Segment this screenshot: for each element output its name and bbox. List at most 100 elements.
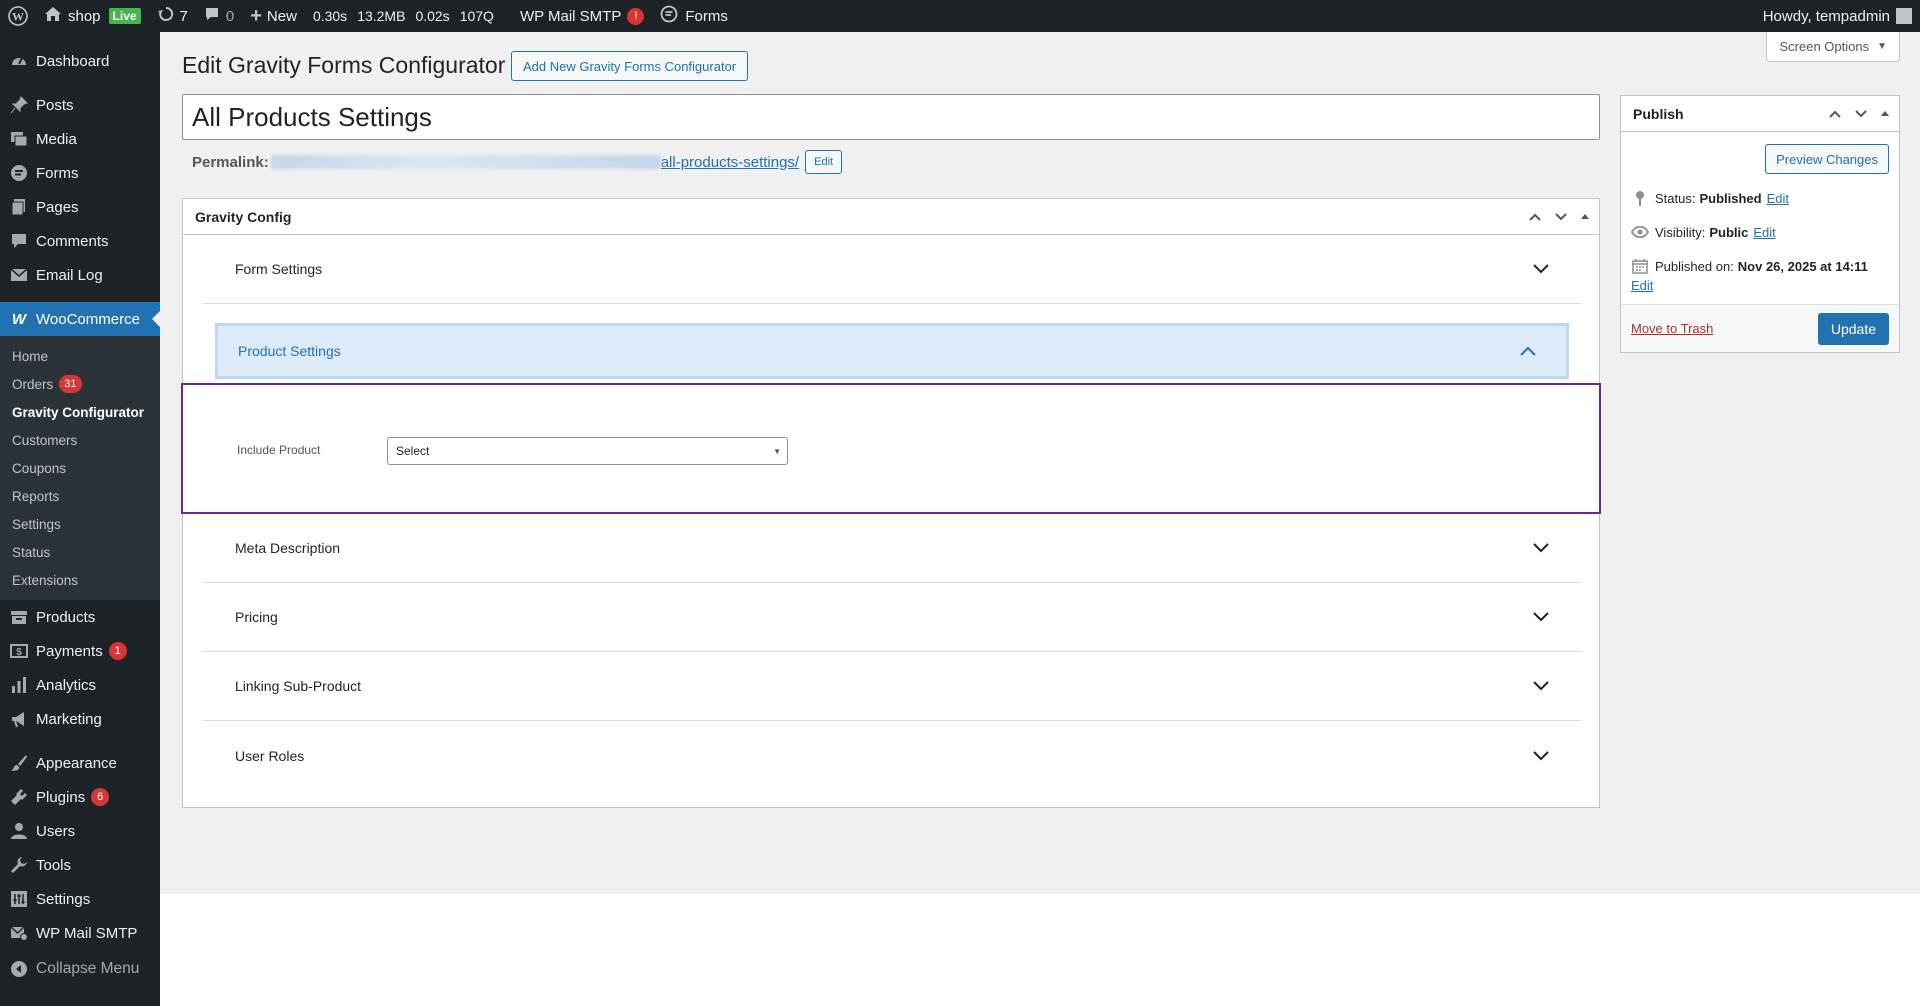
pin-icon [1631, 189, 1649, 207]
status-value: Published [1699, 190, 1762, 206]
toggle-panel-icon[interactable] [1879, 108, 1891, 120]
menu-analytics[interactable]: Analytics [0, 668, 160, 702]
menu-payments[interactable]: $ Payments 1 [0, 634, 160, 668]
comments-link[interactable]: 0 [196, 0, 242, 32]
forms-link[interactable]: Forms [652, 0, 736, 32]
settings-icon [10, 890, 28, 908]
move-up-icon[interactable] [1827, 106, 1843, 122]
pages-icon [10, 198, 28, 216]
post-title-input[interactable]: All Products Settings [182, 94, 1600, 140]
envelope-icon [10, 266, 28, 284]
submenu-reports[interactable]: Reports [0, 482, 160, 510]
accordion-label: Product Settings [238, 343, 341, 359]
svg-text:$: $ [16, 647, 22, 658]
menu-comments[interactable]: Comments [0, 224, 160, 258]
updates-count: 7 [179, 7, 188, 25]
calendar-icon [1631, 257, 1649, 275]
chevron-down-icon [1533, 750, 1549, 760]
accordion-meta-description[interactable]: Meta Description [203, 514, 1581, 583]
accordion-linking-sub-product[interactable]: Linking Sub-Product [203, 652, 1581, 721]
accordion-product-settings[interactable]: Product Settings [215, 323, 1569, 379]
submenu-customers[interactable]: Customers [0, 426, 160, 454]
main-content: Screen Options ▼ Edit Gravity Forms Conf… [160, 32, 1920, 894]
menu-wp-mail-smtp[interactable]: WP Mail SMTP [0, 916, 160, 950]
submenu-coupons[interactable]: Coupons [0, 454, 160, 482]
accordion-label: Form Settings [235, 261, 323, 277]
submenu-settings[interactable]: Settings [0, 510, 160, 538]
move-to-trash-link[interactable]: Move to Trash [1631, 321, 1713, 336]
accordion-label: User Roles [235, 747, 305, 764]
media-icon [10, 130, 28, 148]
menu-pages[interactable]: Pages [0, 190, 160, 224]
submenu-orders[interactable]: Orders 31 [0, 370, 160, 398]
site-name-link[interactable]: shop Live [36, 0, 149, 32]
accordion-form-settings[interactable]: Form Settings [203, 235, 1581, 304]
accordion-pricing[interactable]: Pricing [203, 583, 1581, 652]
accordion-label: Linking Sub-Product [235, 678, 362, 694]
updates-icon [157, 5, 175, 27]
published-edit-link[interactable]: Edit [1631, 278, 1653, 293]
comments-count: 0 [225, 7, 235, 25]
submenu-status[interactable]: Status [0, 538, 160, 566]
move-down-icon[interactable] [1853, 106, 1869, 122]
preview-changes-button[interactable]: Preview Changes [1765, 144, 1889, 174]
perf-db-time: 0.02s [415, 8, 450, 24]
menu-settings[interactable]: Settings [0, 882, 160, 916]
wrench-icon [10, 856, 28, 874]
include-product-select[interactable]: Select ▼ [387, 437, 788, 465]
submenu-home[interactable]: Home [0, 342, 160, 370]
caret-down-icon: ▼ [773, 447, 781, 456]
submenu-extensions[interactable]: Extensions [0, 566, 160, 594]
plus-icon: + [250, 4, 262, 27]
menu-dashboard[interactable]: Dashboard [0, 44, 160, 78]
menu-forms[interactable]: Forms [0, 156, 160, 190]
my-account-link[interactable]: Howdy, tempadmin [1755, 0, 1920, 32]
publish-controls [1827, 96, 1891, 132]
mail-smtp-icon [10, 924, 28, 942]
eye-icon [1631, 223, 1649, 241]
menu-posts[interactable]: Posts [0, 88, 160, 122]
screen-options-button[interactable]: Screen Options ▼ [1766, 32, 1900, 62]
publish-header: Publish [1621, 96, 1899, 132]
menu-products[interactable]: Products [0, 600, 160, 634]
perf-memory: 13.2MB [357, 8, 406, 24]
move-down-icon[interactable] [1553, 209, 1569, 225]
metabox-controls [1527, 199, 1591, 235]
avatar [1896, 8, 1912, 24]
menu-email-log[interactable]: Email Log [0, 258, 160, 292]
menu-woocommerce[interactable]: W WooCommerce [0, 302, 160, 336]
permalink-edit-button[interactable]: Edit [805, 150, 843, 174]
menu-users[interactable]: Users [0, 814, 160, 848]
menu-appearance[interactable]: Appearance [0, 746, 160, 780]
submenu-label: Orders [12, 376, 54, 392]
menu-label: Users [36, 822, 76, 840]
menu-media[interactable]: Media [0, 122, 160, 156]
collapse-menu-button[interactable]: Collapse Menu [0, 952, 160, 986]
collapse-icon [10, 960, 28, 978]
accordion-user-roles[interactable]: User Roles [203, 721, 1581, 790]
megaphone-icon [10, 710, 28, 728]
visibility-label: Visibility: [1655, 224, 1706, 240]
submenu-label: Coupons [12, 460, 67, 476]
chevron-down-icon [1533, 264, 1549, 274]
menu-plugins[interactable]: Plugins 6 [0, 780, 160, 814]
update-button[interactable]: Update [1817, 313, 1889, 345]
forms-icon [660, 5, 678, 27]
orders-count-badge: 31 [59, 375, 82, 393]
add-new-button[interactable]: Add New Gravity Forms Configurator [511, 51, 749, 81]
menu-tools[interactable]: Tools [0, 848, 160, 882]
updates-link[interactable]: 7 [149, 0, 196, 32]
menu-marketing[interactable]: Marketing [0, 702, 160, 736]
payments-count-badge: 1 [108, 642, 127, 660]
caret-down-icon: ▼ [1877, 41, 1887, 52]
visibility-edit-link[interactable]: Edit [1753, 225, 1775, 240]
move-up-icon[interactable] [1527, 209, 1543, 225]
permalink-link[interactable]: all-products-settings/ [661, 154, 799, 171]
wp-mail-smtp-link[interactable]: WP Mail SMTP ! [512, 0, 652, 32]
wordpress-logo-icon[interactable]: W [0, 0, 36, 32]
status-edit-link[interactable]: Edit [1767, 191, 1789, 206]
toggle-panel-icon[interactable] [1579, 211, 1591, 223]
submenu-gravity-configurator[interactable]: Gravity Configurator [0, 398, 160, 426]
query-monitor-link[interactable]: 0.30s 13.2MB 0.02s 107Q [305, 0, 512, 32]
new-content-link[interactable]: + New [242, 0, 305, 32]
